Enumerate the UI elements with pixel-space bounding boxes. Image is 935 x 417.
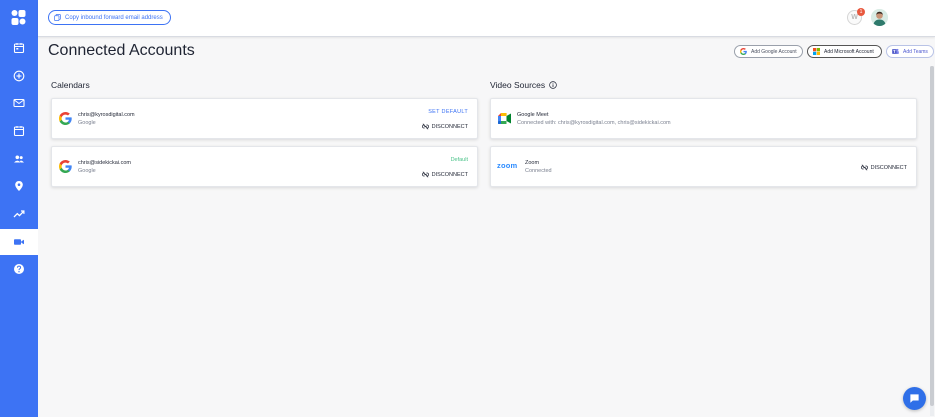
calendar-account-card: chris@sidekickai.com Google Default DISC… [51, 146, 478, 187]
google-icon [740, 48, 747, 55]
sidebar-item-help[interactable] [0, 256, 38, 282]
notifications-initial: W [851, 14, 858, 21]
user-avatar-icon [871, 9, 888, 26]
sidebar-item-scheduled[interactable] [0, 35, 38, 61]
set-default-button[interactable]: SET DEFAULT [428, 109, 468, 115]
copy-icon [54, 14, 61, 21]
link-off-icon [421, 123, 429, 130]
avatar[interactable] [871, 9, 888, 26]
top-bar: Copy inbound forward email address [38, 0, 935, 37]
copy-inbound-email-label: Copy inbound forward email address [65, 14, 163, 21]
calendar-account-provider: Google [78, 120, 96, 126]
app-logo-icon[interactable] [10, 9, 27, 26]
sidebar-item-contacts[interactable] [0, 146, 38, 172]
add-microsoft-account-button[interactable]: Add Microsoft Account [807, 45, 882, 58]
calendar-icon [13, 126, 25, 137]
add-google-account-button[interactable]: Add Google Account [734, 45, 803, 58]
google-icon [59, 160, 72, 173]
disconnect-label: DISCONNECT [431, 171, 468, 178]
link-off-icon [421, 171, 429, 178]
video-source-status: Connected with: chris@kyrosdigital.com, … [517, 120, 671, 126]
disconnect-calendar-button[interactable]: DISCONNECT [421, 123, 468, 130]
default-status-label: Default [450, 157, 468, 163]
disconnect-label: DISCONNECT [870, 164, 907, 171]
add-google-account-label: Add Google Account [751, 48, 797, 55]
page-title: Connected Accounts [48, 42, 195, 59]
calendar-account-email: chris@sidekickai.com [78, 160, 131, 166]
microsoft-icon [813, 48, 820, 55]
disconnect-calendar-button[interactable]: DISCONNECT [421, 171, 468, 178]
video-source-status: Connected [525, 168, 552, 174]
people-icon [14, 155, 24, 163]
disconnect-video-source-button[interactable]: DISCONNECT [860, 164, 907, 171]
video-source-card: zoom Zoom Connected DISCONNECT [490, 146, 917, 187]
add-teams-label: Add Teams [903, 48, 928, 55]
add-teams-button[interactable]: Add Teams [886, 45, 934, 58]
calendars-heading: Calendars [51, 80, 90, 90]
calendar-account-email: chris@kyrosdigital.com [78, 112, 135, 118]
calendar-account-card: chris@kyrosdigital.com Google SET DEFAUL… [51, 98, 478, 139]
trending-up-icon [13, 210, 25, 218]
scrollbar-thumb[interactable] [930, 66, 934, 406]
location-pin-icon [15, 181, 23, 191]
calendars-title: Calendars [51, 80, 90, 90]
zoom-logo: zoom [497, 161, 518, 170]
sidebar-item-locations[interactable] [0, 173, 38, 199]
google-icon [59, 112, 72, 125]
help-icon [14, 264, 24, 274]
copy-inbound-email-button[interactable]: Copy inbound forward email address [48, 10, 171, 25]
disconnect-label: DISCONNECT [431, 123, 468, 130]
add-microsoft-account-label: Add Microsoft Account [824, 48, 874, 55]
notification-badge: 1 [857, 8, 865, 16]
video-sources-heading: Video Sources [490, 80, 557, 90]
calendar-account-provider: Google [78, 168, 96, 174]
video-sources-title: Video Sources [490, 80, 546, 90]
link-off-icon [860, 164, 868, 171]
add-circle-icon [13, 70, 25, 82]
video-camera-icon [14, 239, 24, 245]
sidebar [0, 0, 38, 417]
google-meet-icon [498, 113, 511, 124]
video-source-name: Zoom [525, 160, 540, 166]
sidebar-item-video[interactable] [0, 229, 38, 255]
chat-bubble-icon [910, 394, 919, 403]
teams-icon [892, 48, 899, 54]
sidebar-item-analytics[interactable] [0, 201, 38, 227]
calendar-check-icon [13, 43, 25, 54]
video-source-name: Google Meet [517, 112, 549, 118]
info-icon[interactable] [549, 81, 557, 89]
sidebar-item-create[interactable] [0, 63, 38, 89]
sidebar-item-inbox[interactable] [0, 90, 38, 116]
sidebar-item-calendar[interactable] [0, 118, 38, 144]
chat-support-button[interactable] [903, 387, 926, 410]
video-source-card: Google Meet Connected with: chris@kyrosd… [490, 98, 917, 139]
mail-icon [13, 98, 25, 108]
